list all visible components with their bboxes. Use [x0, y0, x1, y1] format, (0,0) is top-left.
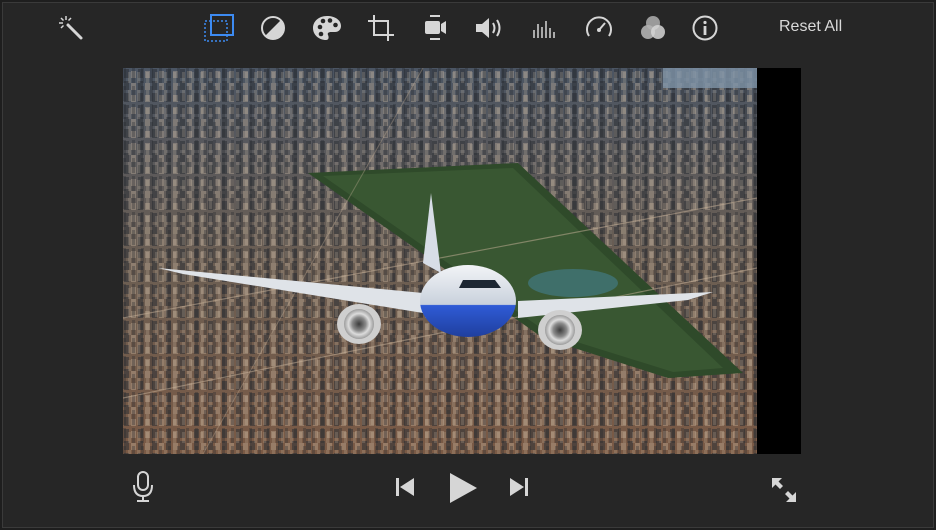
adjustment-toolbar: Reset All: [3, 3, 933, 55]
clip-filter-icon: [641, 16, 665, 39]
crop-icon: [368, 15, 394, 41]
info-icon: [692, 15, 718, 41]
speedometer-icon: [586, 16, 612, 37]
letterbox-bar: [757, 68, 801, 454]
reset-all-button[interactable]: Reset All: [779, 18, 842, 36]
color-correction-button[interactable]: [311, 12, 343, 44]
video-frame-image: [123, 68, 757, 454]
color-balance-icon: [261, 16, 285, 40]
microphone-icon: [133, 471, 153, 502]
clip-filter-button[interactable]: [637, 12, 669, 44]
crop-to-fill-icon: [204, 14, 234, 42]
voiceover-button[interactable]: [127, 469, 159, 505]
crop-button[interactable]: [365, 12, 397, 44]
speed-button[interactable]: [583, 12, 615, 44]
skip-forward-button[interactable]: [503, 473, 535, 501]
color-balance-button[interactable]: [257, 12, 289, 44]
magic-wand-icon: [59, 16, 83, 40]
equalizer-button[interactable]: [527, 12, 559, 44]
video-preview: [123, 68, 801, 454]
play-icon: [450, 473, 477, 503]
stabilization-button[interactable]: [419, 12, 451, 44]
video-frame: [123, 68, 757, 454]
skip-back-button[interactable]: [389, 473, 421, 501]
fullscreen-button[interactable]: [767, 473, 801, 507]
fullscreen-icon: [772, 478, 796, 502]
color-palette-icon: [313, 16, 341, 40]
magic-wand-button[interactable]: [55, 12, 87, 44]
volume-button[interactable]: [473, 12, 505, 44]
play-button[interactable]: [443, 469, 483, 507]
skip-forward-icon: [510, 478, 528, 496]
viewer-window: Reset All: [2, 2, 934, 528]
volume-icon: [476, 18, 501, 38]
equalizer-icon: [533, 21, 555, 38]
skip-back-icon: [396, 478, 414, 496]
crop-to-fill-button[interactable]: [203, 12, 235, 44]
info-button[interactable]: [689, 12, 721, 44]
playback-controls: [3, 465, 933, 515]
stabilization-camera-icon: [425, 15, 446, 40]
